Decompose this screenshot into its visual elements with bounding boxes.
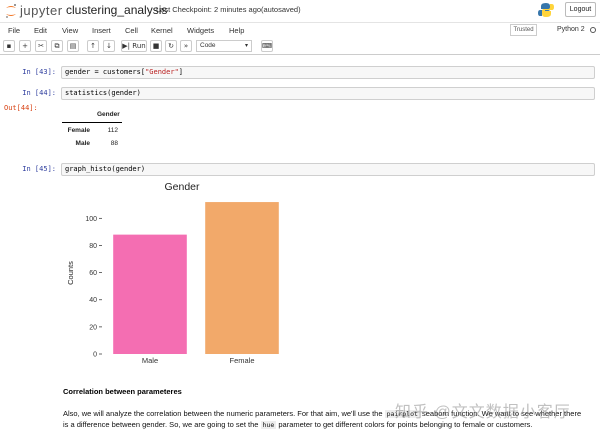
python-logo-icon (538, 3, 554, 17)
column-header: Gender (97, 111, 120, 118)
interrupt-button[interactable]: ■ (150, 40, 162, 52)
header-rule (62, 122, 122, 123)
input-prompt: In [45]: (22, 165, 56, 173)
logout-button[interactable]: Logout (565, 2, 596, 17)
paste-icon: ▤ (69, 42, 77, 50)
code-text-end: ] (178, 68, 184, 76)
cell-type-value: Code (200, 42, 216, 49)
cut-button[interactable]: ✂ (35, 40, 47, 52)
output-prompt: Out[44]: (4, 104, 38, 112)
code-text: statistics(gender) (65, 89, 141, 97)
cell-type-select[interactable]: Code ▾ (196, 40, 252, 52)
section-heading: Correlation between parameteres (63, 387, 182, 396)
chevron-down-icon: ▾ (244, 43, 248, 49)
menu-view[interactable]: View (62, 26, 78, 35)
notebook-header: jupyter clustering_analysis Last Checkpo… (0, 0, 600, 22)
inline-code: hue (260, 421, 277, 429)
watermark: 知乎 @文文数据小客厅 (395, 404, 571, 421)
row-value: 112 (107, 127, 118, 134)
checkpoint-status: Last Checkpoint: 2 minutes ago (156, 5, 262, 14)
kernel-name[interactable]: Python 2 (557, 26, 585, 33)
row-value: 88 (110, 140, 118, 147)
fast-forward-icon: » (183, 42, 189, 50)
jupyter-logo-icon (6, 4, 16, 18)
y-tick-label: 100 (85, 216, 97, 223)
run-label: Run (132, 42, 146, 50)
insert-cell-button[interactable]: + (19, 40, 31, 52)
x-tick-label: Female (229, 356, 254, 365)
y-tick-label: 80 (89, 243, 97, 250)
plus-icon: + (22, 42, 28, 50)
input-prompt: In [43]: (22, 68, 56, 76)
move-up-button[interactable]: ↑ (87, 40, 99, 52)
keyboard-icon: ⌨ (262, 42, 273, 50)
arrow-down-icon: ↓ (106, 42, 112, 50)
menu-insert[interactable]: Insert (92, 26, 111, 35)
save-icon: ▪ (6, 42, 12, 50)
bar-male (113, 234, 187, 354)
x-tick-label: Male (142, 356, 158, 365)
paragraph-text: Also, we will analyze the correlation be… (63, 409, 383, 418)
copy-icon: ⧉ (54, 42, 60, 50)
y-axis-label: Counts (66, 261, 75, 285)
restart-button[interactable]: ↻ (165, 40, 177, 52)
menu-help[interactable]: Help (229, 26, 244, 35)
move-down-button[interactable]: ↓ (103, 40, 115, 52)
run-button[interactable]: ▶| Run (121, 40, 147, 52)
menu-widgets[interactable]: Widgets (187, 26, 214, 35)
scissors-icon: ✂ (38, 42, 44, 50)
code-cell-input[interactable]: gender = customers["Gender"] (61, 66, 595, 79)
save-button[interactable]: ▪ (3, 40, 15, 52)
code-string: "Gender" (145, 68, 179, 76)
stop-icon: ■ (152, 42, 160, 50)
y-tick-label: 60 (89, 270, 97, 277)
code-cell-input[interactable]: statistics(gender) (61, 87, 595, 100)
paragraph-text: is a difference between gender. So, we a… (63, 420, 259, 429)
toolbar: ▪ + ✂ ⧉ ▤ ↑ ↓ ▶| Run ■ ↻ » ⌨ (0, 38, 600, 55)
y-tick-label: 0 (93, 352, 97, 359)
paste-button[interactable]: ▤ (67, 40, 79, 52)
arrow-up-icon: ↑ (90, 42, 96, 50)
jupyter-brand[interactable]: jupyter (20, 3, 63, 18)
kernel-status-icon (590, 27, 596, 33)
autosave-status: (autosaved) (261, 5, 301, 14)
copy-button[interactable]: ⧉ (51, 40, 63, 52)
code-text: gender = customers[ (65, 68, 146, 76)
code-cell-input[interactable]: graph_histo(gender) (61, 163, 595, 176)
menu-kernel[interactable]: Kernel (151, 26, 173, 35)
restart-run-all-button[interactable]: » (180, 40, 192, 52)
menu-file[interactable]: File (8, 26, 20, 35)
row-index: Male (75, 140, 90, 147)
y-tick-label: 20 (89, 324, 97, 331)
menu-cell[interactable]: Cell (125, 26, 138, 35)
command-palette-button[interactable]: ⌨ (261, 40, 273, 52)
y-tick-label: 40 (89, 297, 97, 304)
gender-bar-chart: Gender Counts 0 20 40 60 80 100 Male Female (60, 178, 290, 370)
chart-svg: Gender Counts 0 20 40 60 80 100 Male Female (66, 181, 279, 365)
code-text: graph_histo(gender) (65, 165, 146, 173)
row-index: Female (67, 127, 90, 134)
step-forward-icon: ▶| (122, 42, 131, 50)
chart-title: Gender (164, 181, 200, 193)
notebook-name[interactable]: clustering_analysis (66, 3, 167, 17)
bar-female (205, 202, 279, 354)
trusted-badge[interactable]: Trusted (510, 24, 537, 36)
restart-icon: ↻ (168, 42, 174, 50)
menu-edit[interactable]: Edit (34, 26, 47, 35)
input-prompt: In [44]: (22, 89, 56, 97)
